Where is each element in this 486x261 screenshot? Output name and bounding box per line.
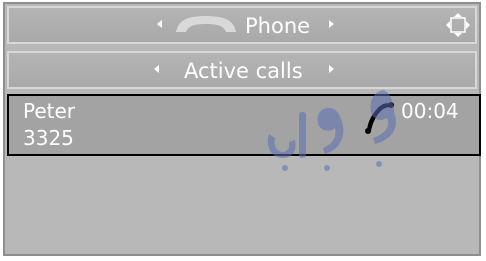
arrow-left-icon[interactable] [154,65,159,73]
watermark-logo [267,90,397,171]
phone-menu-header[interactable]: Phone [7,6,477,44]
call-duration: 00:04 [401,99,459,123]
phone-screen: Phone Active calls Peter 3325 00:04 [3,2,481,256]
page-title: Phone [245,14,311,38]
arrow-left-icon[interactable] [157,20,162,28]
arrow-right-icon[interactable] [329,20,334,28]
caller-name: Peter [23,99,76,123]
controller-dpad-icon [446,13,470,37]
active-calls-header[interactable]: Active calls [7,51,477,89]
caller-number: 3325 [23,126,74,150]
active-call-row[interactable]: Peter 3325 00:04 [7,94,481,156]
handset-icon [176,16,236,32]
